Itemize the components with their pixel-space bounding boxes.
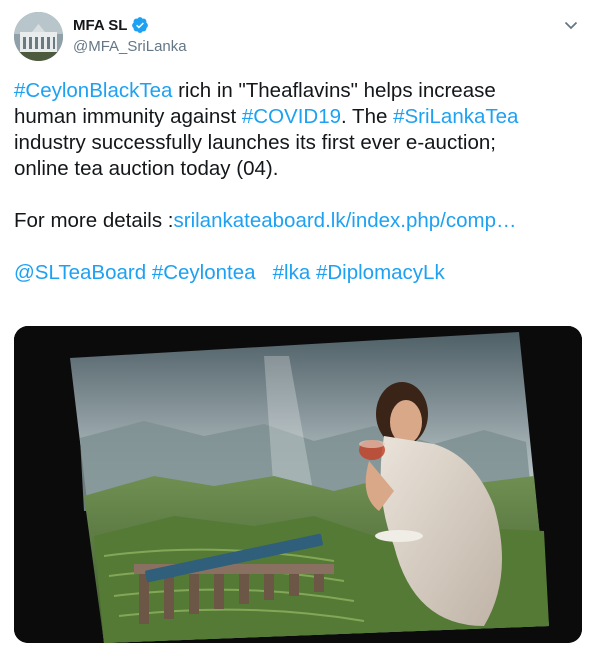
- hashtag-covid19[interactable]: #COVID19: [242, 105, 341, 128]
- user-names: MFA SL @MFA_SriLanka: [73, 14, 187, 56]
- tweet-line: For more details :srilankateaboard.lk/in…: [14, 208, 584, 234]
- tweet-media-image[interactable]: [14, 326, 582, 643]
- tweet-line: online tea auction today (04).: [14, 156, 584, 182]
- hashtag-ceylonblacktea[interactable]: #CeylonBlackTea: [14, 79, 172, 102]
- tweet-text: #CeylonBlackTea rich in "Theaflavins" he…: [14, 78, 584, 286]
- user-handle[interactable]: @MFA_SriLanka: [73, 38, 187, 55]
- url-link[interactable]: srilankateaboard.lk/index.php/comp…: [174, 209, 517, 232]
- tweet-text-segment: rich in "Theaflavins" helps increase: [172, 79, 496, 102]
- tweet-text-segment: human immunity against: [14, 105, 242, 128]
- tweet-card[interactable]: MFA SL @MFA_SriLanka #CeylonBlackTea ric…: [0, 0, 595, 655]
- tweet-header: MFA SL @MFA_SriLanka: [14, 12, 584, 61]
- tweet-text-segment: online tea auction today (04).: [14, 157, 279, 180]
- tweet-line: @SLTeaBoard #Ceylontea #lka #DiplomacyLk: [14, 260, 584, 286]
- tweet-text-segment: . The: [341, 105, 394, 128]
- chevron-down-icon[interactable]: [560, 14, 582, 36]
- tweet-text-segment: industry successfully launches its first…: [14, 131, 496, 154]
- tweet-line: human immunity against #COVID19. The #Sr…: [14, 104, 584, 130]
- building-avatar-icon[interactable]: [14, 12, 63, 61]
- hashtag-srilankatea[interactable]: #SriLankaTea: [393, 105, 518, 128]
- tweet-line: industry successfully launches its first…: [14, 130, 584, 156]
- verified-badge-icon: [131, 16, 149, 34]
- hashtag-diplomacylk[interactable]: #DiplomacyLk: [316, 261, 445, 284]
- tweet-text-segment: For more details :: [14, 209, 174, 232]
- display-name[interactable]: MFA SL: [73, 17, 127, 34]
- hashtag-lka[interactable]: #lka: [273, 261, 311, 284]
- hashtag-ceylontea[interactable]: #Ceylontea: [152, 261, 256, 284]
- tweet-line: #CeylonBlackTea rich in "Theaflavins" he…: [14, 78, 584, 104]
- mention-sltea-board[interactable]: @SLTeaBoard: [14, 261, 146, 284]
